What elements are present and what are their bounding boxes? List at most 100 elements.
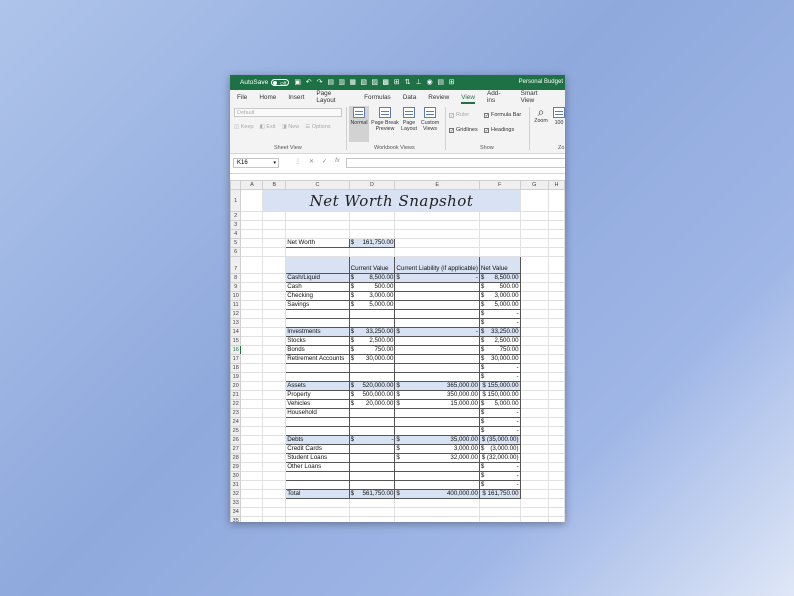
options-button[interactable]: ☰ Options bbox=[305, 124, 330, 130]
cell[interactable] bbox=[519, 399, 550, 409]
cell[interactable] bbox=[519, 390, 550, 400]
cell[interactable] bbox=[262, 435, 287, 445]
cell[interactable] bbox=[262, 273, 287, 283]
liability-cell[interactable] bbox=[394, 372, 480, 382]
cell[interactable] bbox=[262, 471, 287, 481]
cell[interactable] bbox=[519, 238, 550, 248]
cell[interactable] bbox=[262, 390, 287, 400]
cell[interactable] bbox=[285, 516, 350, 522]
category-label[interactable] bbox=[285, 363, 350, 373]
liability-cell[interactable] bbox=[394, 363, 480, 373]
cell[interactable] bbox=[262, 220, 287, 230]
cell[interactable] bbox=[348, 516, 396, 522]
cell[interactable] bbox=[240, 189, 264, 212]
current-value-cell[interactable] bbox=[348, 363, 396, 373]
cell[interactable] bbox=[548, 507, 565, 517]
keep-button[interactable]: ◫ Keep bbox=[234, 124, 254, 130]
cell[interactable] bbox=[240, 318, 264, 328]
cell[interactable] bbox=[548, 345, 565, 355]
category-label[interactable] bbox=[285, 318, 350, 328]
cell[interactable] bbox=[478, 507, 521, 517]
cell[interactable] bbox=[240, 507, 264, 517]
cell[interactable] bbox=[548, 229, 565, 239]
current-value-cell[interactable]: $500,000.00 bbox=[348, 390, 396, 400]
cell[interactable] bbox=[478, 498, 521, 508]
current-value-cell[interactable]: $520,000.00 bbox=[348, 381, 396, 391]
net-value-cell[interactable]: $ - bbox=[478, 480, 521, 490]
column-header-h[interactable]: H bbox=[548, 180, 565, 190]
cell[interactable] bbox=[240, 247, 264, 257]
cell[interactable] bbox=[394, 211, 480, 221]
undo-icon[interactable]: ↶ bbox=[305, 79, 312, 86]
cell[interactable] bbox=[519, 516, 550, 522]
cell[interactable] bbox=[519, 354, 550, 364]
cell[interactable] bbox=[519, 426, 550, 436]
cell[interactable] bbox=[519, 336, 550, 346]
tab-insert[interactable]: Insert bbox=[288, 94, 304, 101]
cell[interactable] bbox=[348, 229, 396, 239]
net-value-cell[interactable]: $ 155,000.00 bbox=[478, 381, 521, 391]
current-value-cell[interactable]: $30,000.00 bbox=[348, 354, 396, 364]
category-label[interactable]: Total bbox=[285, 489, 350, 499]
row-header[interactable]: 10 bbox=[230, 291, 242, 301]
cell[interactable] bbox=[285, 507, 350, 517]
cell[interactable] bbox=[548, 408, 565, 418]
current-value-cell[interactable]: $ - bbox=[348, 435, 396, 445]
cell[interactable] bbox=[519, 489, 550, 499]
tab-data[interactable]: Data bbox=[403, 94, 417, 101]
sort-icon[interactable]: ⇅ bbox=[404, 79, 411, 86]
liability-cell[interactable]: $ - bbox=[394, 327, 480, 337]
zoom-button[interactable]: ⌕ Zoom bbox=[532, 106, 550, 124]
cell[interactable] bbox=[519, 327, 550, 337]
net-value-cell[interactable]: $ - bbox=[478, 372, 521, 382]
cell[interactable] bbox=[548, 238, 565, 248]
current-value-cell[interactable]: $8,500.00 bbox=[348, 273, 396, 283]
row-header[interactable]: 32 bbox=[230, 489, 242, 499]
cell[interactable] bbox=[240, 462, 264, 472]
cell[interactable] bbox=[240, 480, 264, 490]
category-label[interactable]: Retirement Accounts bbox=[285, 354, 350, 364]
row-header[interactable]: 6 bbox=[230, 247, 242, 257]
net-value-cell[interactable]: $2,500.00 bbox=[478, 336, 521, 346]
liability-cell[interactable] bbox=[394, 426, 480, 436]
cell[interactable] bbox=[240, 220, 264, 230]
cell[interactable] bbox=[519, 417, 550, 427]
cell[interactable] bbox=[548, 390, 565, 400]
cell[interactable] bbox=[262, 354, 287, 364]
column-header-f[interactable]: F bbox=[478, 180, 521, 190]
cell[interactable] bbox=[348, 211, 396, 221]
row-header[interactable]: 31 bbox=[230, 480, 242, 490]
liability-cell[interactable]: $3,000.00 bbox=[394, 444, 480, 454]
tab-view[interactable]: View bbox=[461, 94, 475, 104]
ruler-checkbox[interactable]: ✓ Ruler bbox=[449, 112, 469, 118]
cell[interactable] bbox=[548, 309, 565, 319]
cell[interactable] bbox=[519, 480, 550, 490]
cell[interactable] bbox=[519, 229, 550, 239]
category-label[interactable] bbox=[285, 309, 350, 319]
column-header-g[interactable]: G bbox=[519, 180, 550, 190]
cell[interactable] bbox=[548, 189, 565, 212]
cell[interactable] bbox=[348, 220, 396, 230]
cell[interactable] bbox=[519, 498, 550, 508]
cell[interactable] bbox=[262, 327, 287, 337]
current-value-cell[interactable] bbox=[348, 480, 396, 490]
net-value-cell[interactable]: $8,500.00 bbox=[478, 273, 521, 283]
cell[interactable] bbox=[240, 516, 264, 522]
cell[interactable] bbox=[548, 256, 565, 274]
cell[interactable] bbox=[262, 480, 287, 490]
liability-cell[interactable] bbox=[394, 345, 480, 355]
cell[interactable] bbox=[548, 462, 565, 472]
row-header[interactable]: 19 bbox=[230, 372, 242, 382]
row-header[interactable]: 15 bbox=[230, 336, 242, 346]
cell[interactable] bbox=[519, 435, 550, 445]
cell[interactable] bbox=[262, 399, 287, 409]
row-header[interactable]: 30 bbox=[230, 471, 242, 481]
current-value-cell[interactable] bbox=[348, 318, 396, 328]
cell[interactable] bbox=[262, 408, 287, 418]
formula-bar-checkbox[interactable]: ✓ Formula Bar bbox=[484, 112, 521, 118]
row-header[interactable]: 34 bbox=[230, 507, 242, 517]
table-icon[interactable]: ▩ bbox=[382, 79, 389, 86]
row-header[interactable]: 33 bbox=[230, 498, 242, 508]
net-value-cell[interactable]: $ (32,000.00) bbox=[478, 453, 521, 463]
grid-icon[interactable]: ⊞ bbox=[393, 79, 400, 86]
